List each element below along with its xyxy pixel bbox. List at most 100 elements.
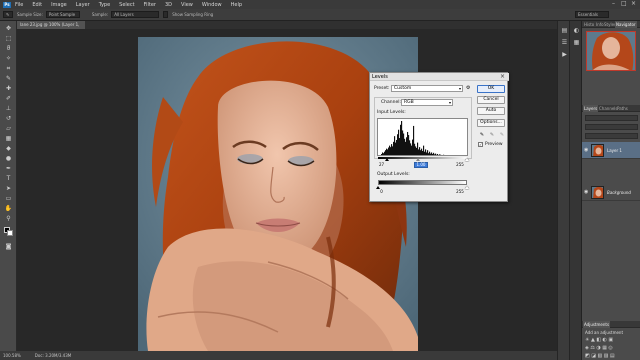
gray-point-eyedropper-icon[interactable]: ✎ <box>489 132 495 138</box>
lock-fill-bar[interactable] <box>585 133 638 139</box>
histogram-bar <box>380 155 381 156</box>
history-brush-tool-icon[interactable]: ↺ <box>4 115 13 123</box>
shape-tool-icon[interactable]: ▭ <box>4 195 13 203</box>
input-gray-slider[interactable] <box>416 158 420 161</box>
output-white-field[interactable]: 255 <box>453 190 467 196</box>
histogram-bar <box>400 124 402 155</box>
menu-image[interactable]: Image <box>51 2 67 8</box>
close-icon[interactable]: × <box>500 73 505 81</box>
tab-paths[interactable]: Paths <box>616 105 629 112</box>
quick-select-tool-icon[interactable]: ✧ <box>4 55 13 63</box>
menu-layer[interactable]: Layer <box>76 2 90 8</box>
path-selection-tool-icon[interactable]: ➤ <box>4 185 13 193</box>
marquee-tool-icon[interactable]: ⬚ <box>4 35 13 43</box>
eraser-tool-icon[interactable]: ▱ <box>4 125 13 133</box>
histogram-bar <box>443 154 445 155</box>
eyedropper-tool-icon[interactable]: ✎ <box>4 75 13 83</box>
menu-help[interactable]: Help <box>231 2 242 8</box>
histogram-bar <box>427 150 429 155</box>
zoom-tool-icon[interactable]: ⚲ <box>4 215 13 223</box>
quick-mask-icon[interactable]: ◙ <box>4 243 13 251</box>
menu-file[interactable]: File <box>15 2 23 8</box>
preset-options-gear-icon[interactable]: ⚙ <box>466 85 470 91</box>
input-black-field[interactable]: 27 <box>376 163 387 169</box>
blur-tool-icon[interactable]: ◆ <box>4 145 13 153</box>
lasso-tool-icon[interactable]: ϑ <box>4 45 13 53</box>
gradient-tool-icon[interactable]: ▦ <box>4 135 13 143</box>
input-white-field[interactable]: 255 <box>453 163 467 169</box>
visibility-eye-icon[interactable]: ◉ <box>584 190 589 195</box>
black-point-eyedropper-icon[interactable]: ✎ <box>479 132 485 138</box>
menu-filter[interactable]: Filter <box>144 2 156 8</box>
navigator-tabs: Histo Info Styles Navigator <box>582 21 640 28</box>
clone-stamp-tool-icon[interactable]: ⊥ <box>4 105 13 113</box>
adjustment-icons-row-2[interactable]: ◈⚖◑▦◎ <box>585 345 614 351</box>
healing-brush-tool-icon[interactable]: ✚ <box>4 85 13 93</box>
color-panel-icon[interactable]: ◐ <box>572 27 581 35</box>
histogram-bar <box>398 129 400 155</box>
options-button[interactable]: Options... <box>477 119 505 127</box>
navigator-thumbnail[interactable] <box>586 31 636 71</box>
layer-row-layer-1[interactable]: ◉ Layer 1 <box>582 142 640 159</box>
layer-filter-bar[interactable] <box>585 115 638 121</box>
histogram-bar <box>445 155 446 156</box>
menu-3d[interactable]: 3D <box>165 2 172 8</box>
output-black-field[interactable]: 0 <box>376 190 387 196</box>
layers-tabs: Layers Channels Paths <box>582 105 640 112</box>
preview-checkbox[interactable]: ✓ <box>478 142 483 147</box>
actions-panel-icon[interactable]: ▶ <box>560 51 569 59</box>
hand-tool-icon[interactable]: ✋ <box>4 205 13 213</box>
menu-type[interactable]: Type <box>99 2 110 8</box>
brush-tool-icon[interactable]: ✐ <box>4 95 13 103</box>
input-black-slider[interactable] <box>385 158 390 161</box>
menu-edit[interactable]: Edit <box>32 2 42 8</box>
tab-navigator[interactable]: Navigator <box>615 21 637 28</box>
history-panel-icon[interactable]: ▤ <box>560 27 569 35</box>
layer-row-background[interactable]: ◉ Background <box>582 184 640 201</box>
cancel-button[interactable]: Cancel <box>477 96 505 104</box>
dodge-tool-icon[interactable]: ● <box>4 155 13 163</box>
properties-panel-icon[interactable]: ☰ <box>560 39 569 47</box>
histogram-bar <box>386 148 388 155</box>
ok-button[interactable]: OK <box>477 85 505 93</box>
channel-select[interactable]: RGB ▾ <box>401 99 453 106</box>
histogram-bar <box>428 153 430 155</box>
workspace-select[interactable]: Essentials <box>575 11 609 18</box>
input-white-slider[interactable] <box>465 158 469 161</box>
document-tab[interactable]: lane 23.jpg @ 100% (Layer 1, RGB/8) * <box>17 21 85 35</box>
zoom-level[interactable]: 100.58% <box>3 353 21 358</box>
menu-select[interactable]: Select <box>119 2 134 8</box>
histogram-chart <box>380 121 446 156</box>
output-white-slider[interactable] <box>465 186 469 189</box>
show-ring-checkbox[interactable] <box>163 11 169 18</box>
maximize-icon[interactable]: □ <box>621 1 627 7</box>
input-gray-field[interactable]: 1.00 <box>414 162 428 168</box>
move-tool-icon[interactable]: ✥ <box>4 25 13 33</box>
menu-view[interactable]: View <box>181 2 193 8</box>
type-tool-icon[interactable]: T <box>4 175 13 183</box>
crop-tool-icon[interactable]: ⌗ <box>4 65 13 73</box>
close-window-icon[interactable]: × <box>631 1 637 7</box>
menu-window[interactable]: Window <box>202 2 222 8</box>
status-bar: 100.58% Doc: 3.20M/3.43M <box>0 351 557 360</box>
sample-size-select[interactable]: Point Sample <box>45 11 80 18</box>
tab-adjustments[interactable]: Adjustments <box>583 321 611 328</box>
tab-histogram[interactable]: Histo <box>583 21 595 28</box>
sample-select[interactable]: All Layers <box>111 11 160 18</box>
pen-tool-icon[interactable]: ✒ <box>4 165 13 173</box>
swatches-panel-icon[interactable]: ▦ <box>572 39 581 47</box>
visibility-eye-icon[interactable]: ◉ <box>584 148 589 153</box>
white-point-eyedropper-icon[interactable]: ✎ <box>499 132 505 138</box>
foreground-background-colors-icon[interactable] <box>4 227 13 236</box>
eyedropper-tool-preset-icon[interactable]: ✎ <box>3 11 13 18</box>
blend-mode-bar[interactable] <box>585 124 638 130</box>
adjustment-icons-row-1[interactable]: ☀▲◧◐▣ <box>585 337 615 343</box>
histogram-bar <box>411 145 413 155</box>
preset-select[interactable]: Custom ▾ <box>391 85 463 92</box>
adjustment-icons-row-3[interactable]: ◩◪▧▨▤ <box>585 353 616 359</box>
tools-panel: ✥ ⬚ ϑ ✧ ⌗ ✎ ✚ ✐ ⊥ ↺ ▱ ▦ ◆ ● ✒ T ➤ ▭ ✋ ⚲ … <box>0 21 17 351</box>
histogram-bar <box>393 141 395 155</box>
tab-layers[interactable]: Layers <box>583 105 599 112</box>
auto-button[interactable]: Auto <box>477 107 505 115</box>
minimize-icon[interactable]: – <box>612 1 618 7</box>
